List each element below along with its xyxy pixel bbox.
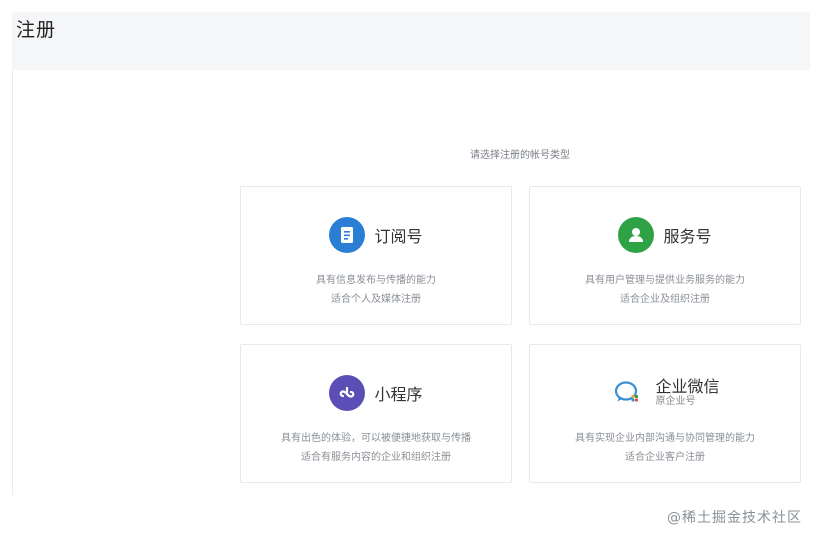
card-header: 企业微信 原企业号 bbox=[530, 374, 800, 412]
page-title: 注册 bbox=[16, 19, 57, 41]
card-description: 具有出色的体验，可以被便捷地获取与传播 适合有服务内容的企业和组织注册 bbox=[241, 429, 511, 467]
card-mini-program[interactable]: 小程序 具有出色的体验，可以被便捷地获取与传播 适合有服务内容的企业和组织注册 bbox=[240, 344, 512, 483]
card-wecom[interactable]: 企业微信 原企业号 具有实现企业内部沟通与协同管理的能力 适合企业客户注册 bbox=[529, 344, 801, 483]
description-line: 具有实现企业内部沟通与协同管理的能力 bbox=[575, 433, 755, 444]
description-line: 适合有服务内容的企业和组织注册 bbox=[301, 452, 451, 463]
card-header: 服务号 bbox=[530, 216, 800, 254]
user-icon bbox=[618, 217, 655, 253]
card-subtitle: 原企业号 bbox=[655, 396, 696, 408]
document-icon bbox=[329, 217, 366, 253]
description-line: 具有用户管理与提供业务服务的能力 bbox=[585, 275, 745, 286]
page-header: 注册 bbox=[12, 12, 810, 70]
description-line: 适合个人及媒体注册 bbox=[331, 294, 421, 305]
card-service[interactable]: 服务号 具有用户管理与提供业务服务的能力 适合企业及组织注册 bbox=[529, 186, 801, 325]
card-subscription[interactable]: 订阅号 具有信息发布与传播的能力 适合个人及媒体注册 bbox=[240, 186, 512, 325]
card-description: 具有用户管理与提供业务服务的能力 适合企业及组织注册 bbox=[530, 271, 800, 309]
card-description: 具有信息发布与传播的能力 适合个人及媒体注册 bbox=[241, 271, 511, 309]
card-title: 服务号 bbox=[663, 227, 712, 246]
card-title: 小程序 bbox=[374, 385, 423, 404]
account-type-prompt: 请选择注册的帐号类型 bbox=[470, 150, 570, 161]
card-header: 订阅号 bbox=[241, 216, 511, 254]
card-header: 小程序 bbox=[241, 374, 511, 412]
watermark: @稀土掘金技术社区 bbox=[667, 510, 802, 526]
card-title-group: 企业微信 原企业号 bbox=[655, 377, 720, 408]
description-line: 适合企业及组织注册 bbox=[620, 294, 710, 305]
chat-bubble-icon bbox=[610, 375, 647, 411]
card-title: 企业微信 bbox=[655, 377, 720, 397]
mini-program-icon bbox=[329, 375, 366, 411]
description-line: 具有出色的体验，可以被便捷地获取与传播 bbox=[281, 433, 471, 444]
card-description: 具有实现企业内部沟通与协同管理的能力 适合企业客户注册 bbox=[530, 429, 800, 467]
description-line: 适合企业客户注册 bbox=[625, 452, 705, 463]
divider bbox=[12, 70, 13, 495]
description-line: 具有信息发布与传播的能力 bbox=[316, 275, 436, 286]
card-title: 订阅号 bbox=[374, 227, 423, 246]
